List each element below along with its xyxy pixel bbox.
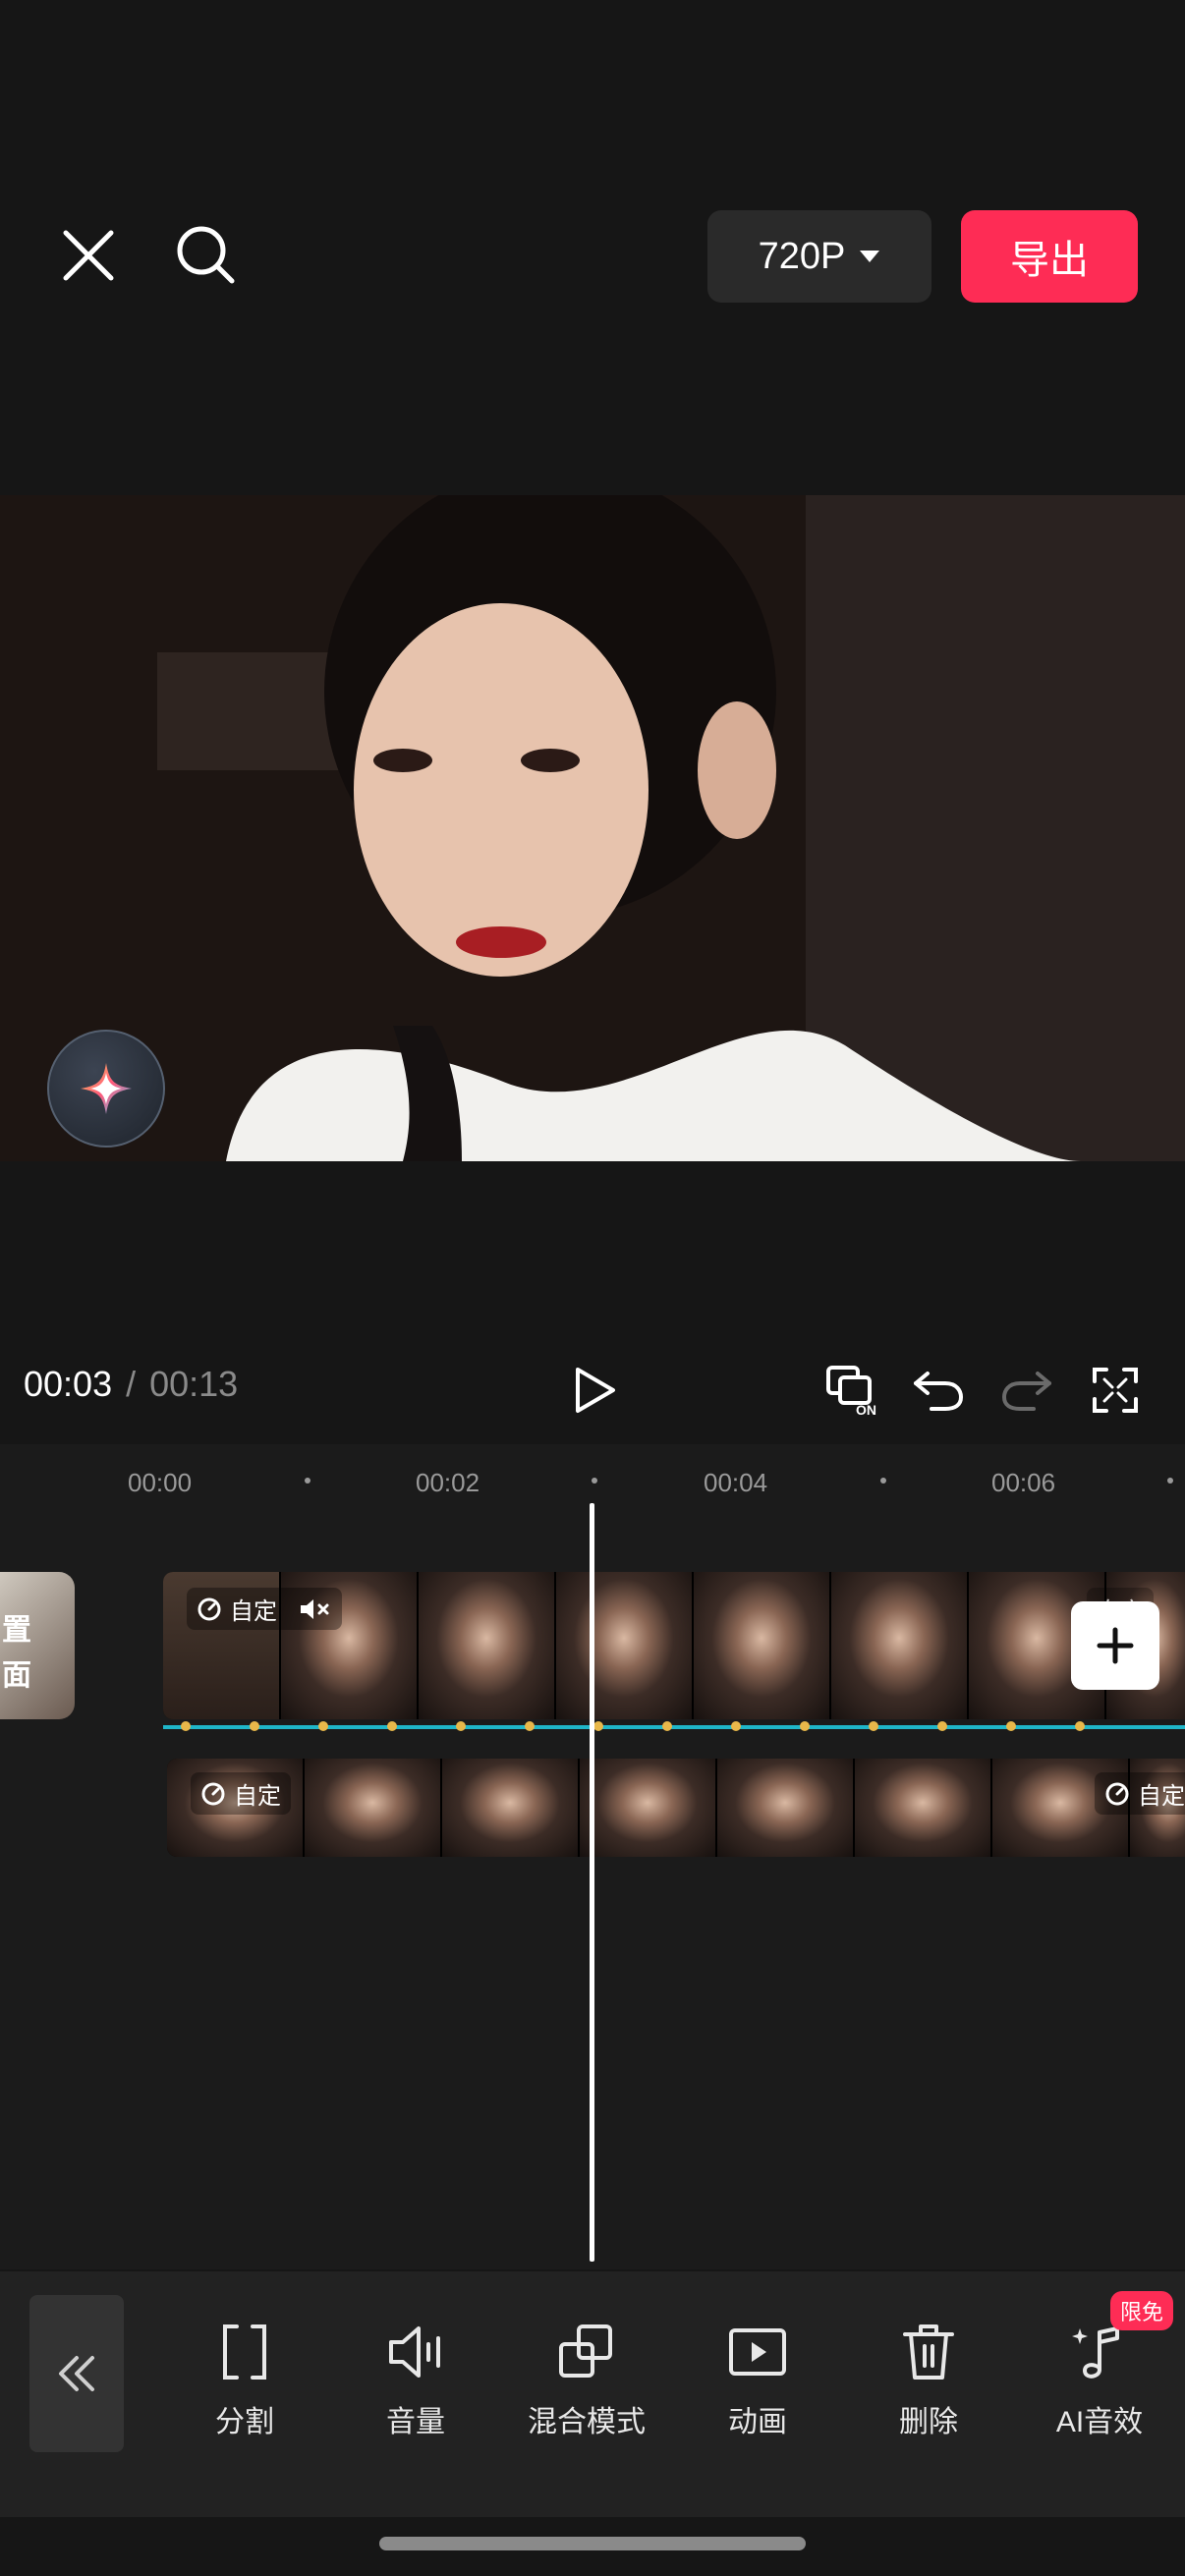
clip-thumbnail [855,1759,992,1857]
keyframe-dot[interactable] [1006,1721,1016,1731]
speed-label: 自定 [230,1598,277,1625]
keyframe-dot[interactable] [250,1721,259,1731]
keyframe-dot[interactable] [731,1721,741,1731]
clip-thumbnail [419,1572,556,1719]
cover-text-line2: 面 [2,1659,31,1692]
keyframe-line [163,1725,1185,1729]
playhead[interactable] [590,1503,594,2262]
ruler-tick [880,1478,886,1484]
speed-tag: 自定 [191,1772,291,1815]
ruler-label: 00:02 [416,1468,480,1497]
bottom-toolbar: 分割 音量 混合模式 动画 删除 AI音效 限免 [0,2271,1185,2517]
current-time: 00:03 [24,1364,113,1404]
tool-label: 混合模式 [528,2406,646,2438]
plus-icon [1097,1627,1134,1664]
total-time: 00:13 [149,1364,239,1404]
tool-label: 分割 [215,2406,274,2438]
collapse-toolbar-button[interactable] [29,2295,124,2452]
speed-label: 自定 [1138,1783,1185,1810]
tool-split[interactable]: 分割 [171,2323,318,2440]
keyframe-dot[interactable] [525,1721,535,1731]
ruler-label: 00:04 [704,1468,768,1497]
export-button[interactable]: 导出 [961,210,1138,303]
speed-icon [1105,1782,1129,1805]
home-indicator[interactable] [379,2537,806,2550]
tool-blend-mode[interactable]: 混合模式 [513,2323,660,2440]
sparkle-icon [81,1063,132,1114]
tool-volume[interactable]: 音量 [342,2323,489,2440]
play-icon[interactable] [560,1356,629,1425]
video-preview[interactable] [0,495,1185,1161]
tool-ai-sound[interactable]: AI音效 [1026,2323,1173,2440]
speed-icon [201,1782,225,1805]
keyframe-dot[interactable] [1075,1721,1085,1731]
speed-tag: 自定 [187,1588,342,1630]
clip-thumbnail [556,1572,694,1719]
keyframe-dot[interactable] [593,1721,603,1731]
time-separator: / [126,1364,137,1404]
speed-icon [198,1597,221,1620]
speed-tag: 自定 [1095,1772,1185,1815]
clip-thumbnail [831,1572,969,1719]
fullscreen-icon[interactable] [1081,1356,1150,1425]
clip-thumbnail [694,1572,831,1719]
delete-icon [903,2324,954,2380]
ai-sound-icon [1072,2326,1119,2379]
redo-icon[interactable] [992,1356,1061,1425]
free-badge: 限免 [1110,2291,1174,2330]
blend-mode-icon [559,2324,612,2378]
tool-label: 动画 [728,2406,787,2438]
keyframe-dot[interactable] [869,1721,878,1731]
resolution-dropdown[interactable]: 720P [707,210,931,303]
ruler-label: 00:00 [128,1468,193,1497]
video-frame-image [0,495,1185,1161]
overlay-video-track[interactable]: 自定 自定 [167,1759,1185,1857]
tool-label: 删除 [899,2406,958,2438]
volume-icon [389,2326,440,2378]
animation-icon [729,2328,786,2376]
resolution-label: 720P [758,235,846,277]
time-display: 00:03 / 00:13 [24,1364,238,1405]
clip-thumbnail [580,1759,717,1857]
speed-label: 自定 [234,1783,281,1810]
split-icon [223,2324,266,2380]
mute-icon [301,1598,329,1619]
tool-delete[interactable]: 删除 [855,2323,1002,2440]
close-icon[interactable] [49,216,128,295]
add-clip-button[interactable] [1071,1601,1159,1690]
tool-label: 音量 [386,2406,445,2438]
double-chevron-left-icon [59,2356,94,2391]
ai-magic-button[interactable] [47,1030,165,1148]
cover-text-line1: 置 [2,1614,31,1647]
ruler-tick [305,1478,310,1484]
undo-icon[interactable] [904,1356,973,1425]
keyframe-dot[interactable] [456,1721,466,1731]
keyframe-dot[interactable] [800,1721,810,1731]
svg-text:ON: ON [856,1402,876,1417]
main-video-track[interactable]: 自定 自定 [163,1572,1185,1719]
clip-thumbnail [442,1759,580,1857]
tool-label: AI音效 [1055,2406,1144,2438]
cover-clip[interactable]: 置 面 [0,1572,75,1719]
keyframe-dot[interactable] [662,1721,672,1731]
ruler-tick [1167,1478,1173,1484]
keyframe-dot[interactable] [318,1721,328,1731]
clip-thumbnail [717,1759,855,1857]
clip-thumbnail [305,1759,442,1857]
caret-down-icon [860,251,880,262]
preview-toggle-icon[interactable]: ON [819,1356,888,1425]
keyframe-dot[interactable] [181,1721,191,1731]
tool-animation[interactable]: 动画 [684,2323,831,2440]
ruler-label: 00:06 [991,1468,1056,1497]
ruler-tick [592,1478,597,1484]
search-icon[interactable] [167,216,246,295]
keyframe-dot[interactable] [387,1721,397,1731]
keyframe-dot[interactable] [937,1721,947,1731]
